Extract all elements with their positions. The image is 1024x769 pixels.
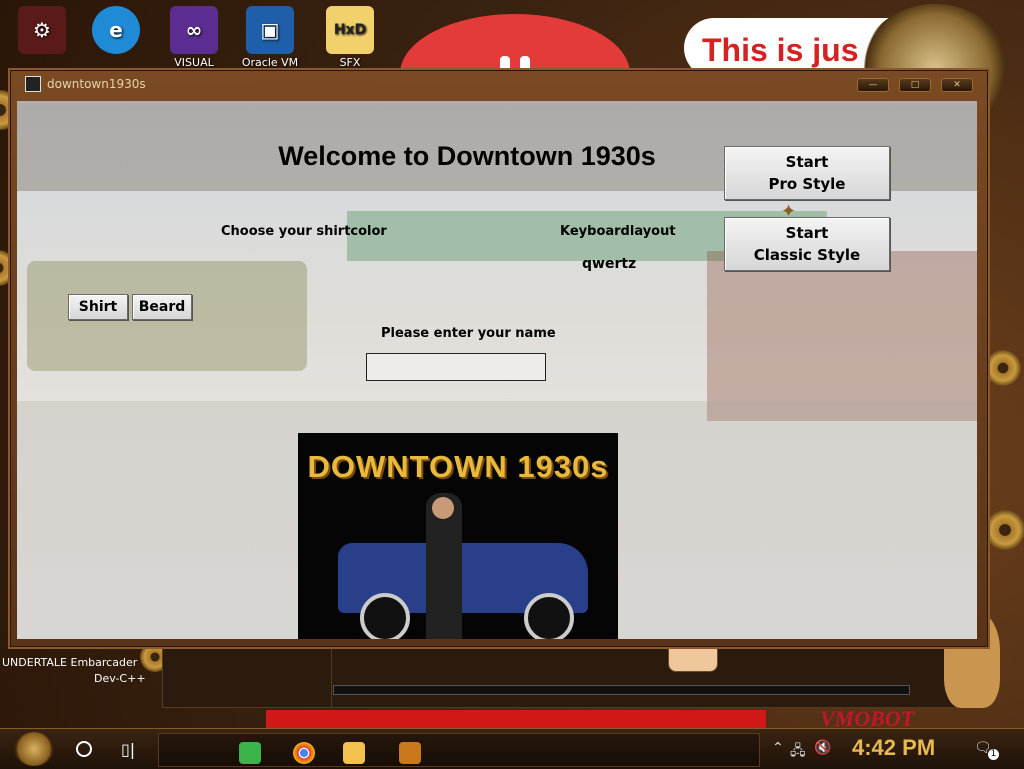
desktop-icon-label: VISUAL bbox=[174, 56, 214, 69]
red-banner bbox=[266, 710, 766, 728]
desktop-icon-virtualbox[interactable]: ▣ Oracle VM bbox=[238, 6, 302, 69]
name-prompt-label: Please enter your name bbox=[381, 326, 556, 341]
start-classic-line2: Classic Style bbox=[753, 246, 861, 264]
start-classic-line1: Start bbox=[785, 224, 829, 242]
file-explorer-icon[interactable] bbox=[343, 742, 365, 764]
poster-title: DOWNTOWN 1930s bbox=[307, 449, 609, 484]
car-wheel-icon bbox=[360, 593, 410, 639]
keyboardlayout-value[interactable]: qwertz bbox=[582, 256, 636, 272]
gangster-face-icon bbox=[432, 497, 454, 519]
shirtcolor-label: Choose your shirtcolor bbox=[221, 224, 387, 239]
app-window: downtown1930s — □ ✕ Welcome to Downtown … bbox=[10, 70, 988, 647]
gear-icon bbox=[985, 510, 1024, 550]
start-classic-style-button[interactable]: Start Classic Style bbox=[724, 217, 890, 271]
notes-app-icon[interactable] bbox=[239, 742, 261, 764]
beard-button[interactable]: Beard bbox=[132, 294, 192, 320]
edge-logo-icon: e bbox=[92, 6, 140, 54]
desktop-icon-visual-studio[interactable]: ∞ VISUAL bbox=[162, 6, 226, 69]
taskbar-apps bbox=[158, 733, 760, 767]
scene-shop bbox=[707, 251, 977, 421]
start-pro-line1: Start bbox=[785, 153, 829, 171]
bottom-panel bbox=[162, 648, 984, 708]
name-input[interactable] bbox=[366, 353, 546, 381]
clock-time[interactable]: 4:42 PM bbox=[852, 735, 935, 761]
visual-studio-icon: ∞ bbox=[170, 6, 218, 54]
shirt-button[interactable]: Shirt bbox=[68, 294, 128, 320]
start-pro-line2: Pro Style bbox=[768, 175, 846, 193]
start-pro-style-button[interactable]: Start Pro Style bbox=[724, 146, 890, 200]
welcome-heading: Welcome to Downtown 1930s bbox=[278, 141, 656, 171]
desktop-text-labels: UNDERTALE Embarcader Dev-C++ bbox=[2, 655, 152, 687]
undertale-label: UNDERTALE Embarcader bbox=[2, 656, 138, 669]
minimize-button[interactable]: — bbox=[857, 78, 889, 92]
devcpp-label: Dev-C++ bbox=[94, 672, 146, 685]
hxd-icon: HxD bbox=[326, 6, 374, 54]
virtualbox-icon: ▣ bbox=[246, 6, 294, 54]
network-icon[interactable]: 🖧 bbox=[790, 740, 806, 764]
desktop-icon-label: SFX bbox=[339, 56, 361, 69]
car-wheel-icon bbox=[524, 593, 574, 639]
app-icon bbox=[25, 76, 41, 92]
steampunk-figure-icon: ⚙ bbox=[18, 6, 66, 54]
search-icon[interactable] bbox=[76, 741, 92, 757]
desktop-icon-hxd[interactable]: HxD SFX bbox=[318, 6, 382, 69]
window-controls: — □ ✕ bbox=[857, 78, 973, 92]
scrollbar[interactable] bbox=[333, 685, 910, 695]
notification-count: 1 bbox=[988, 749, 999, 760]
document-icon[interactable] bbox=[399, 742, 421, 764]
steampunk-app-icon[interactable]: ⚙ bbox=[10, 6, 74, 56]
speech-text: This is jus bbox=[702, 32, 859, 68]
edge-icon[interactable]: e bbox=[84, 6, 148, 56]
titlebar[interactable]: downtown1930s — □ ✕ bbox=[11, 71, 987, 97]
chevron-up-icon[interactable]: ⌃ bbox=[772, 740, 784, 756]
keyboardlayout-label: Keyboardlayout bbox=[560, 224, 676, 239]
volume-muted-icon[interactable]: 🔇 bbox=[814, 740, 831, 756]
desktop-icon-label: Oracle VM bbox=[241, 56, 299, 69]
close-button[interactable]: ✕ bbox=[941, 78, 973, 92]
cursor-icon: ✦ bbox=[781, 201, 797, 222]
taskbar: ▯| ⌃ 🖧 🔇 4:42 PM 🗨 1 bbox=[0, 728, 1024, 769]
start-button[interactable] bbox=[14, 732, 54, 766]
gear-icon bbox=[985, 350, 1021, 386]
task-view-icon[interactable]: ▯| bbox=[121, 740, 135, 759]
window-title: downtown1930s bbox=[47, 77, 146, 91]
divider bbox=[331, 649, 332, 707]
chrome-icon[interactable] bbox=[293, 742, 315, 764]
maximize-button[interactable]: □ bbox=[899, 78, 931, 92]
game-menu: Welcome to Downtown 1930s Choose your sh… bbox=[17, 101, 977, 639]
game-poster: DOWNTOWN 1930s bbox=[298, 433, 618, 639]
